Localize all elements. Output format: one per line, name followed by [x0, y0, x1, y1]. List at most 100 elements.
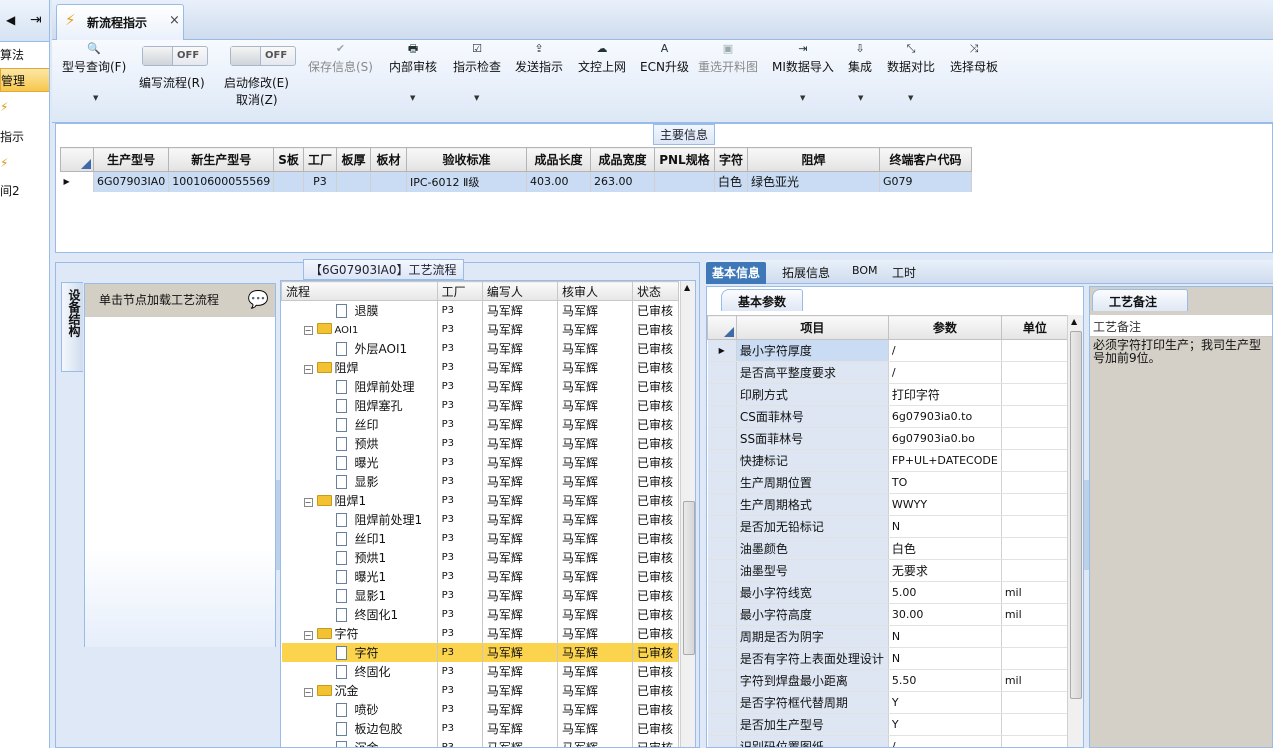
- tree-node-cell[interactable]: 丝印1: [281, 528, 438, 548]
- param-row[interactable]: 油墨型号 无要求: [707, 559, 1070, 582]
- chevron-down-icon[interactable]: ▼: [93, 94, 98, 102]
- table-cell[interactable]: 6G07903IA0: [93, 171, 170, 192]
- param-row[interactable]: 识别码位置图纸 /: [707, 735, 1070, 747]
- param-value[interactable]: N: [888, 625, 1002, 648]
- param-row[interactable]: 周期是否为阴字 N: [707, 625, 1070, 648]
- param-value[interactable]: N: [888, 647, 1002, 670]
- tree-leaf-row[interactable]: 终固化1 P3 马军辉 马军辉 已审核: [281, 604, 679, 624]
- param-value[interactable]: Y: [888, 691, 1002, 714]
- tree-leaf-row[interactable]: 终固化 P3 马军辉 马军辉 已审核: [281, 661, 679, 681]
- param-value[interactable]: WWYY: [888, 493, 1002, 516]
- tree-leaf-row[interactable]: 丝印 P3 马军辉 马军辉 已审核: [281, 414, 679, 434]
- table-cell[interactable]: G079: [879, 171, 972, 192]
- tree-leaf-row[interactable]: 退膜 P3 马军辉 马军辉 已审核: [281, 300, 679, 320]
- column-header[interactable]: 工厂: [436, 281, 483, 301]
- tree-node-cell[interactable]: 预烘: [281, 433, 438, 453]
- table-cell[interactable]: [336, 171, 371, 192]
- doc-online-button[interactable]: ☁ 文控上网: [578, 42, 626, 75]
- tree-leaf-row[interactable]: 沉金 P3 马军辉 马军辉 已审核: [281, 737, 679, 747]
- param-value[interactable]: 6g07903ia0.to: [888, 405, 1002, 428]
- remark-tab[interactable]: 工艺备注: [1092, 289, 1188, 311]
- param-row[interactable]: 快捷标记 FP+UL+DATECODE: [707, 449, 1070, 472]
- process-scrollbar[interactable]: ▲: [680, 281, 695, 747]
- tree-folder-row[interactable]: − 沉金 P3 马军辉 马军辉 已审核: [281, 680, 679, 700]
- tree-node-cell[interactable]: 沉金: [281, 737, 438, 747]
- column-header[interactable]: 核审人: [556, 281, 634, 301]
- param-value[interactable]: /: [888, 735, 1002, 747]
- tree-node-cell[interactable]: 喷砂: [281, 699, 438, 719]
- tab-new-process-instruction[interactable]: ⚡ 新流程指示 ×: [56, 4, 184, 40]
- param-value[interactable]: 白色: [888, 537, 1002, 560]
- param-row[interactable]: 是否有字符上表面处理设计 N: [707, 647, 1070, 670]
- table-cell[interactable]: [654, 171, 715, 192]
- param-value[interactable]: 5.50: [888, 669, 1002, 692]
- param-row[interactable]: 是否加无铅标记 N: [707, 515, 1070, 538]
- tree-folder-row[interactable]: − AOI1 P3 马军辉 马军辉 已审核: [281, 319, 679, 339]
- chevron-down-icon[interactable]: ▼: [908, 94, 913, 102]
- param-row[interactable]: 最小字符线宽 5.00 mil: [707, 581, 1070, 604]
- column-header[interactable]: 阻焊: [746, 147, 880, 172]
- select-motherboard-button[interactable]: ⤨ 选择母板: [950, 42, 998, 75]
- collapse-icon[interactable]: −: [303, 364, 313, 374]
- param-row[interactable]: 字符到焊盘最小距离 5.50 mil: [707, 669, 1070, 692]
- tree-node-cell[interactable]: − AOI1: [281, 319, 438, 339]
- param-row[interactable]: 印刷方式 打印字符: [707, 383, 1070, 406]
- tree-leaf-row[interactable]: 预烘1 P3 马军辉 马军辉 已审核: [281, 547, 679, 567]
- tree-node-cell[interactable]: 预烘1: [281, 547, 438, 567]
- mi-import-button[interactable]: ⇥ MI数据导入: [772, 42, 834, 75]
- tree-node-cell[interactable]: 显影: [281, 471, 438, 491]
- table-cell[interactable]: 10010600055569: [168, 171, 275, 192]
- collapse-icon[interactable]: −: [303, 687, 313, 697]
- param-value[interactable]: TO: [888, 471, 1002, 494]
- tree-leaf-row[interactable]: 丝印1 P3 马军辉 马军辉 已审核: [281, 528, 679, 548]
- column-header[interactable]: 编写人: [481, 281, 558, 301]
- table-cell[interactable]: 白色: [714, 171, 748, 192]
- column-header[interactable]: S板: [273, 147, 304, 172]
- side-tab-equipment-structure[interactable]: 设备结构: [61, 282, 83, 372]
- tree-node-cell[interactable]: 显影1: [281, 585, 438, 605]
- scroll-up-icon[interactable]: ▲: [684, 283, 690, 292]
- chevron-down-icon[interactable]: ▼: [858, 94, 863, 102]
- param-row[interactable]: 最小字符高度 30.00 mil: [707, 603, 1070, 626]
- tree-node-cell[interactable]: − 阻焊1: [281, 490, 438, 510]
- tab-bom[interactable]: BOM: [846, 262, 884, 284]
- params-scrollbar[interactable]: ▲: [1067, 315, 1083, 747]
- param-row[interactable]: SS面菲林号 6g07903ia0.bo: [707, 427, 1070, 450]
- param-row[interactable]: 是否字符框代替周期 Y: [707, 691, 1070, 714]
- param-row[interactable]: ▶ 最小字符厚度 /: [707, 339, 1070, 362]
- param-value[interactable]: 30.00: [888, 603, 1002, 626]
- chevron-down-icon[interactable]: ▼: [410, 94, 415, 102]
- internal-review-button[interactable]: 🖶 内部审核: [389, 42, 437, 75]
- close-icon[interactable]: ×: [169, 13, 180, 28]
- column-header[interactable]: 成品长度: [525, 147, 591, 172]
- table-row[interactable]: ▶ 6G07903IA0 10010600055569 P3 IPC-6012 Ⅱ级 40…: [60, 171, 972, 192]
- tree-node-cell[interactable]: 阻焊塞孔: [281, 395, 438, 415]
- scroll-thumb[interactable]: [1070, 331, 1082, 699]
- model-query-button[interactable]: 🔍 型号查询(F): [62, 42, 126, 75]
- tree-leaf-row[interactable]: 阻焊前处理 P3 马军辉 马军辉 已审核: [281, 376, 679, 396]
- tree-node-cell[interactable]: 曝光: [281, 452, 438, 472]
- table-cell[interactable]: IPC-6012 Ⅱ级: [406, 171, 527, 192]
- param-value[interactable]: 打印字符: [888, 383, 1002, 406]
- nav-item-instruction[interactable]: 指示: [0, 128, 24, 145]
- column-header[interactable]: PNL规格: [653, 147, 715, 172]
- nav-item-management[interactable]: 管理: [0, 68, 49, 92]
- scroll-up-icon[interactable]: ▲: [1071, 317, 1077, 326]
- param-row[interactable]: 油墨颜色 白色: [707, 537, 1070, 560]
- table-cell[interactable]: 绿色亚光: [747, 171, 880, 192]
- column-header[interactable]: 参数: [887, 315, 1002, 340]
- tree-node-cell[interactable]: 阻焊前处理: [281, 376, 438, 396]
- reselect-cutting-button[interactable]: ▣ 重选开料图: [698, 42, 758, 75]
- column-header[interactable]: 生产型号: [92, 147, 170, 172]
- param-row[interactable]: 生产周期格式 WWYY: [707, 493, 1070, 516]
- column-header[interactable]: 新生产型号: [168, 147, 275, 172]
- collapse-icon[interactable]: −: [303, 326, 313, 335]
- ecn-upgrade-button[interactable]: A ECN升级: [640, 42, 689, 75]
- table-cell[interactable]: [370, 171, 407, 192]
- tree-leaf-row[interactable]: 字符 P3 马军辉 马军辉 已审核: [281, 642, 679, 662]
- column-header[interactable]: 状态: [632, 281, 679, 301]
- column-header[interactable]: 单位: [1000, 315, 1070, 340]
- tree-node-cell[interactable]: 丝印: [281, 414, 438, 434]
- nav-item-room2[interactable]: 间2: [0, 182, 20, 199]
- param-value[interactable]: 6g07903ia0.bo: [888, 427, 1002, 450]
